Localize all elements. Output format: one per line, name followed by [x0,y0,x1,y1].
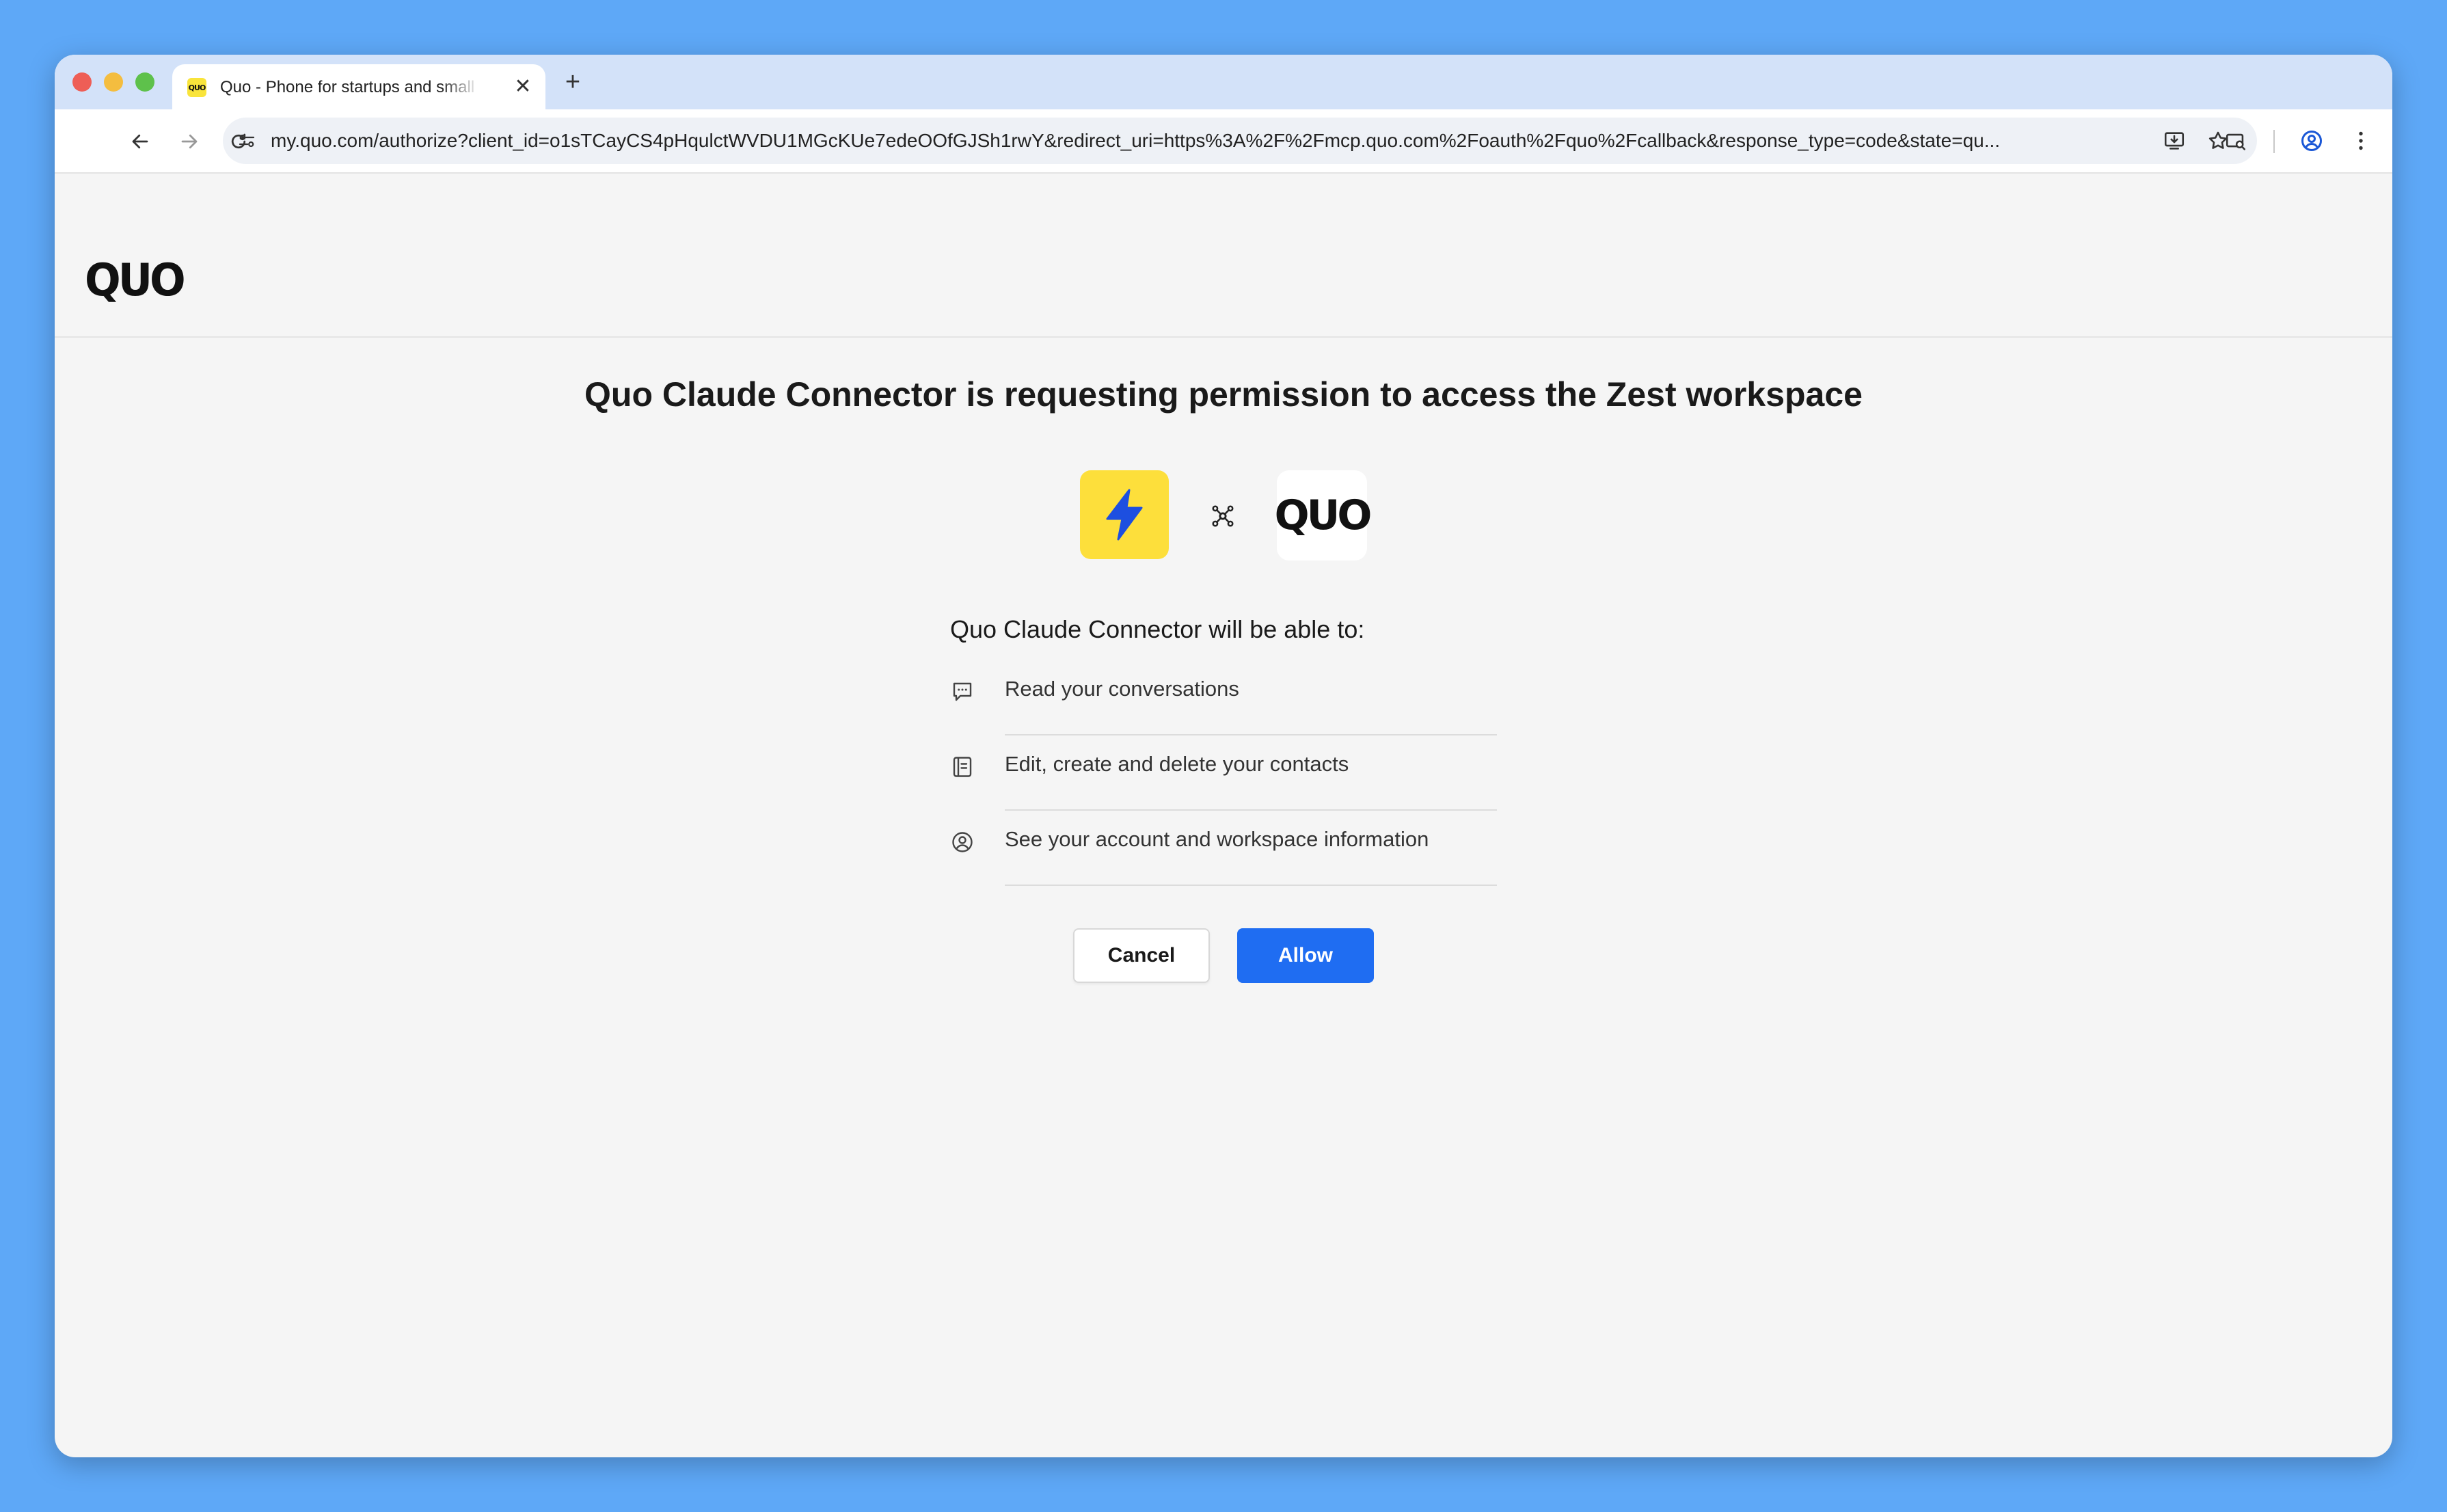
profile-icon[interactable] [2299,129,2324,153]
browser-toolbar: my.quo.com/authorize?client_id=o1sTCayCS… [55,109,2392,174]
close-window-button[interactable] [72,72,92,92]
install-app-icon[interactable] [2163,129,2186,152]
back-button[interactable] [123,124,157,159]
reload-button[interactable] [221,124,256,159]
kebab-menu-icon[interactable] [2349,129,2373,153]
browser-window: QUO Quo - Phone for startups and small b… [55,55,2392,1457]
minimize-window-button[interactable] [104,72,123,92]
tab-strip: QUO Quo - Phone for startups and small b… [55,55,2392,109]
forward-button[interactable] [172,124,206,159]
tab-search-icon[interactable] [2279,130,2302,153]
tab-title: Quo - Phone for startups and small busin… [220,78,480,96]
arrow-left-icon [132,134,148,149]
quo-favicon-icon: QUO [187,78,206,97]
browser-tab-active[interactable]: QUO Quo - Phone for startups and small b… [172,64,545,109]
reload-icon [231,133,246,149]
url-text[interactable]: my.quo.com/authorize?client_id=o1sTCayCS… [271,130,2103,153]
address-bar[interactable]: my.quo.com/authorize?client_id=o1sTCayCS… [223,118,2257,164]
maximize-window-button[interactable] [135,72,154,92]
toolbar-separator [2273,130,2275,153]
cancel-button[interactable]: Cancel [1073,928,1210,983]
allow-button[interactable]: Allow [1237,928,1374,983]
tab-close-icon[interactable]: ✕ [511,75,535,98]
cast-search-icon[interactable] [2224,130,2247,153]
arrow-right-icon [181,134,198,149]
new-tab-button[interactable]: + [558,67,588,97]
